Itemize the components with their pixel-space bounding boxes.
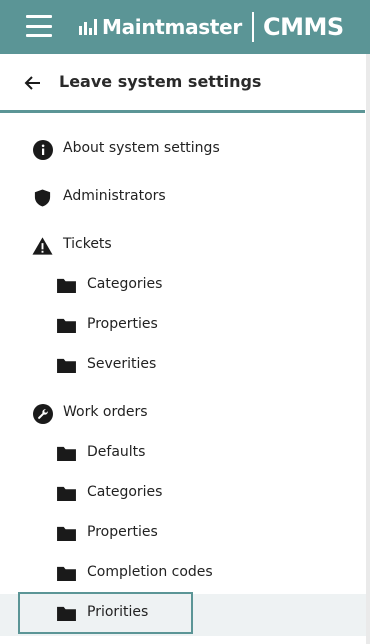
menu-item-work-orders[interactable]: Work orders xyxy=(0,393,366,433)
menu-item-label: About system settings xyxy=(63,140,220,156)
menu-item-label: Tickets xyxy=(63,236,112,252)
menu-item-tickets[interactable]: Tickets xyxy=(0,225,366,265)
menu-item-label: Properties xyxy=(87,524,158,540)
menu-item-properties[interactable]: Properties xyxy=(0,513,366,553)
menu-item-about-system-settings[interactable]: About system settings xyxy=(0,129,366,169)
menu-item-label: Properties xyxy=(87,316,158,332)
menu-item-properties[interactable]: Properties xyxy=(0,305,366,345)
menu-item-label: Defaults xyxy=(87,444,146,460)
folder-icon xyxy=(56,443,77,464)
folder-icon xyxy=(56,523,77,544)
folder-icon xyxy=(56,355,77,376)
menu-item-categories[interactable]: Categories xyxy=(0,265,366,305)
folder-icon xyxy=(56,483,77,504)
menu-item-label: Administrators xyxy=(63,188,166,204)
scrollbar-track[interactable] xyxy=(366,54,370,644)
menu-item-severities[interactable]: Severities xyxy=(0,345,366,385)
menu-item-categories[interactable]: Categories xyxy=(0,473,366,513)
menu-item-label: Severities xyxy=(87,356,157,372)
menu-item-label: Completion codes xyxy=(87,564,213,580)
focus-outline xyxy=(18,592,193,634)
menu-item-label: Categories xyxy=(87,484,163,500)
folder-icon xyxy=(56,275,77,296)
settings-menu: About system settings Administrators Ticke… xyxy=(0,0,366,644)
shield-icon xyxy=(32,187,53,208)
info-icon xyxy=(32,139,53,160)
menu-item-completion-codes[interactable]: Completion codes xyxy=(0,553,366,593)
menu-item-administrators[interactable]: Administrators xyxy=(0,177,366,217)
folder-icon xyxy=(56,563,77,584)
warning-icon xyxy=(32,235,53,256)
menu-item-label: Work orders xyxy=(63,404,148,420)
menu-item-label: Categories xyxy=(87,276,163,292)
menu-item-defaults[interactable]: Defaults xyxy=(0,433,366,473)
wrench-icon xyxy=(32,403,53,424)
folder-icon xyxy=(56,315,77,336)
